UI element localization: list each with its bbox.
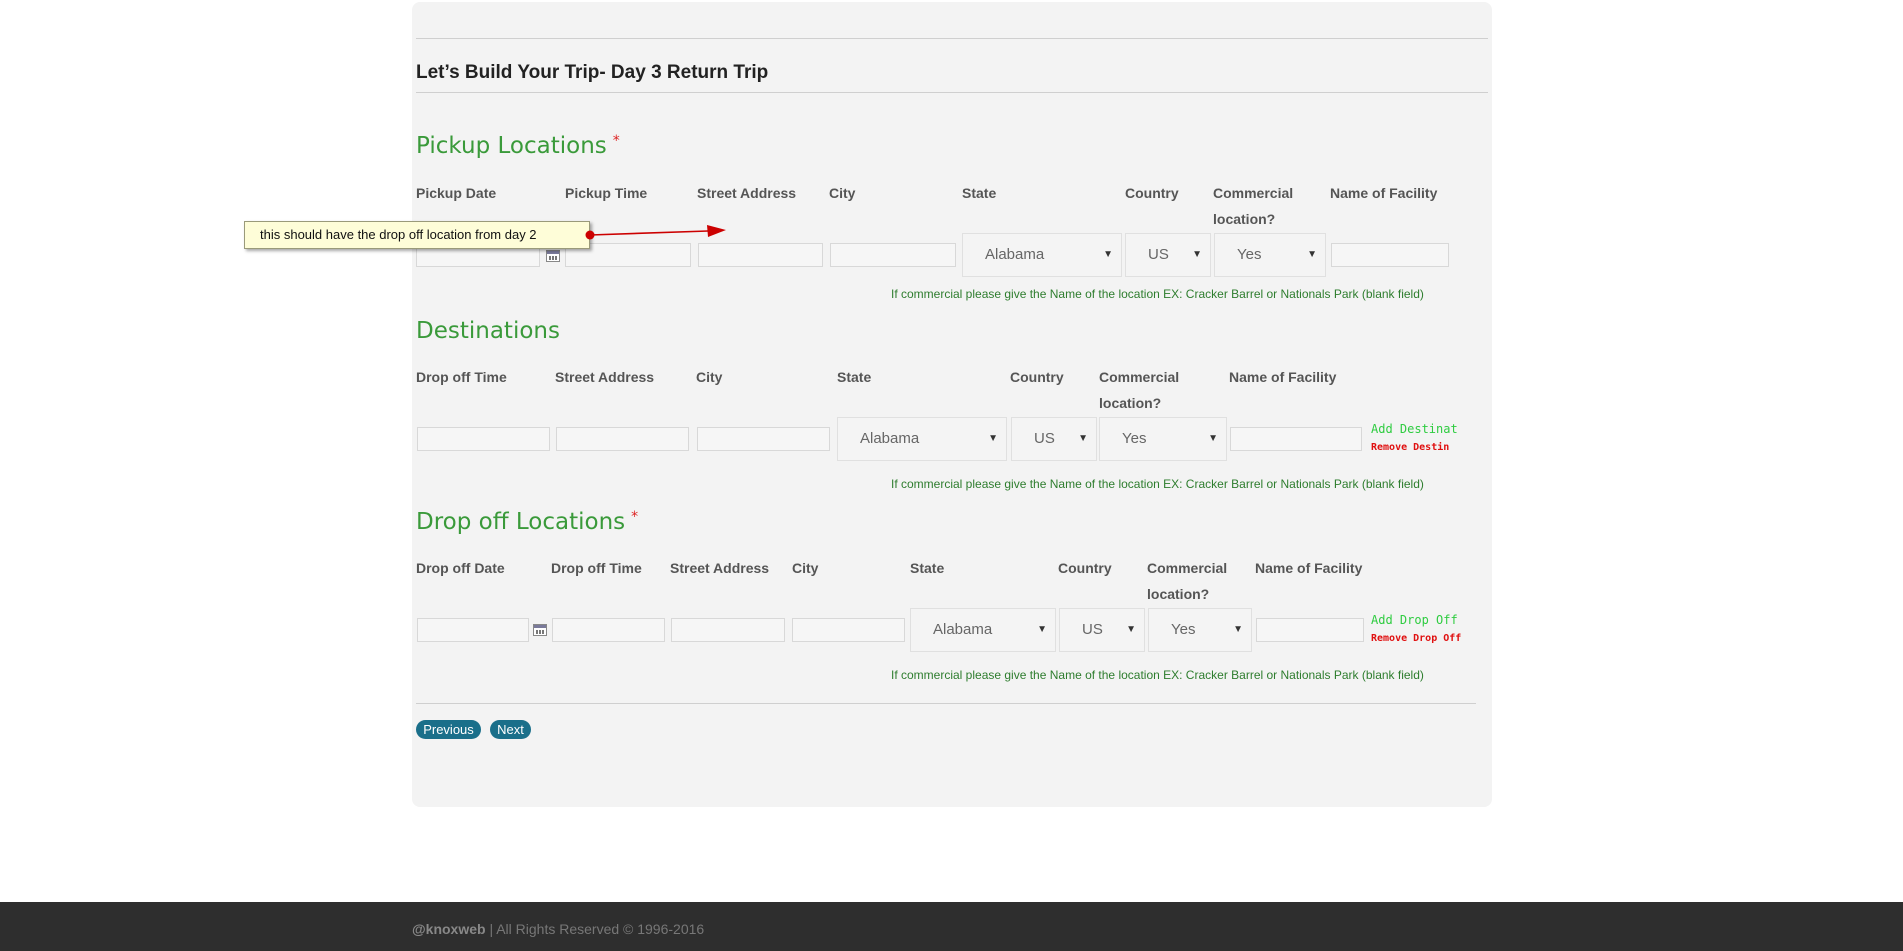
bottom-divider: [416, 703, 1476, 704]
pickup-city-label: City: [829, 185, 856, 201]
pickup-commercial-label: Commercial location?: [1213, 185, 1294, 227]
dest-time-input[interactable]: [417, 427, 550, 451]
dest-facility-input[interactable]: [1230, 427, 1362, 451]
dest-street-input[interactable]: [556, 427, 689, 451]
dropoff-street-label: Street Address: [670, 560, 770, 576]
dropoff-time-input[interactable]: [552, 618, 665, 642]
pickup-hint: If commercial please give the Name of th…: [891, 287, 1424, 301]
footer-copyright: @knoxweb | All Rights Reserved © 1996-20…: [412, 921, 705, 937]
previous-button[interactable]: Previous: [416, 720, 481, 739]
dropdown-arrow-icon: ▼: [1208, 433, 1218, 444]
dest-commercial-select[interactable]: Yes ▼: [1099, 417, 1227, 461]
top-divider: [416, 38, 1488, 39]
dropoff-country-select[interactable]: US ▼: [1059, 608, 1145, 652]
dropoff-country-label: Country: [1058, 560, 1112, 576]
dropoff-state-label: State: [910, 560, 945, 576]
pickup-country-label: Country: [1125, 185, 1179, 201]
title-divider: [416, 92, 1488, 93]
pickup-facility-label: Name of Facility: [1330, 185, 1438, 201]
dest-city-label: City: [696, 369, 723, 385]
dropoff-street-input[interactable]: [671, 618, 785, 642]
add-destination-link[interactable]: Add Destinat: [1371, 422, 1461, 436]
dropoff-time-label: Drop off Time: [551, 560, 642, 576]
pickup-section-title: Pickup Locations *: [416, 133, 620, 159]
dropoff-date-input[interactable]: [417, 618, 529, 642]
dest-commercial-label: Commercial location?: [1099, 369, 1180, 411]
dropdown-arrow-icon: ▼: [1233, 624, 1243, 635]
pickup-time-label: Pickup Time: [565, 185, 648, 201]
annotation-callout: this should have the drop off location f…: [244, 221, 590, 249]
remove-destination-link[interactable]: Remove Destin: [1371, 442, 1461, 453]
dropdown-arrow-icon: ▼: [1037, 624, 1047, 635]
dropdown-arrow-icon: ▼: [1078, 433, 1088, 444]
form-panel: [412, 2, 1492, 807]
pickup-state-label: State: [962, 185, 997, 201]
dropoff-hint: If commercial please give the Name of th…: [891, 668, 1424, 682]
pickup-city-input[interactable]: [830, 243, 956, 267]
pickup-street-label: Street Address: [697, 185, 797, 201]
pickup-date-label: Pickup Date: [416, 185, 497, 201]
dest-country-label: Country: [1010, 369, 1064, 385]
dropdown-arrow-icon: ▼: [1192, 249, 1202, 260]
page-title: Let’s Build Your Trip- Day 3 Return Trip: [416, 62, 769, 83]
dest-time-label: Drop off Time: [416, 369, 507, 385]
dest-street-label: Street Address: [555, 369, 655, 385]
pickup-state-select[interactable]: Alabama ▼: [962, 233, 1122, 277]
footer-brand: @knoxweb: [412, 921, 486, 937]
destinations-hint: If commercial please give the Name of th…: [891, 477, 1424, 491]
footer: [0, 902, 1903, 951]
dest-state-label: State: [837, 369, 872, 385]
dropoff-city-input[interactable]: [792, 618, 905, 642]
destinations-section-title: Destinations: [416, 318, 560, 344]
dropoff-city-label: City: [792, 560, 819, 576]
remove-dropoff-link[interactable]: Remove Drop Off: [1371, 633, 1461, 644]
required-marker: *: [612, 133, 620, 149]
dropoff-facility-label: Name of Facility: [1255, 560, 1363, 576]
annotation-arrow-icon: [585, 225, 726, 240]
dropoff-section-title: Drop off Locations *: [416, 509, 639, 535]
dropdown-arrow-icon: ▼: [988, 433, 998, 444]
dropdown-arrow-icon: ▼: [1307, 249, 1317, 260]
dropdown-arrow-icon: ▼: [1103, 249, 1113, 260]
dropoff-commercial-label: Commercial location?: [1147, 560, 1228, 602]
calendar-icon[interactable]: [546, 250, 560, 262]
dropoff-date-label: Drop off Date: [416, 560, 505, 576]
calendar-icon[interactable]: [533, 624, 547, 636]
dropoff-commercial-select[interactable]: Yes ▼: [1148, 608, 1252, 652]
pickup-facility-input[interactable]: [1331, 243, 1449, 267]
dest-state-select[interactable]: Alabama ▼: [837, 417, 1007, 461]
pickup-commercial-select[interactable]: Yes ▼: [1214, 233, 1326, 277]
dropdown-arrow-icon: ▼: [1126, 624, 1136, 635]
dropoff-state-select[interactable]: Alabama ▼: [910, 608, 1056, 652]
dropoff-facility-input[interactable]: [1256, 618, 1364, 642]
dest-city-input[interactable]: [697, 427, 830, 451]
add-dropoff-link[interactable]: Add Drop Off: [1371, 613, 1461, 627]
required-marker: *: [631, 509, 639, 525]
dest-facility-label: Name of Facility: [1229, 369, 1337, 385]
pickup-street-input[interactable]: [698, 243, 823, 267]
dest-country-select[interactable]: US ▼: [1011, 417, 1097, 461]
next-button[interactable]: Next: [490, 720, 531, 739]
pickup-country-select[interactable]: US ▼: [1125, 233, 1211, 277]
